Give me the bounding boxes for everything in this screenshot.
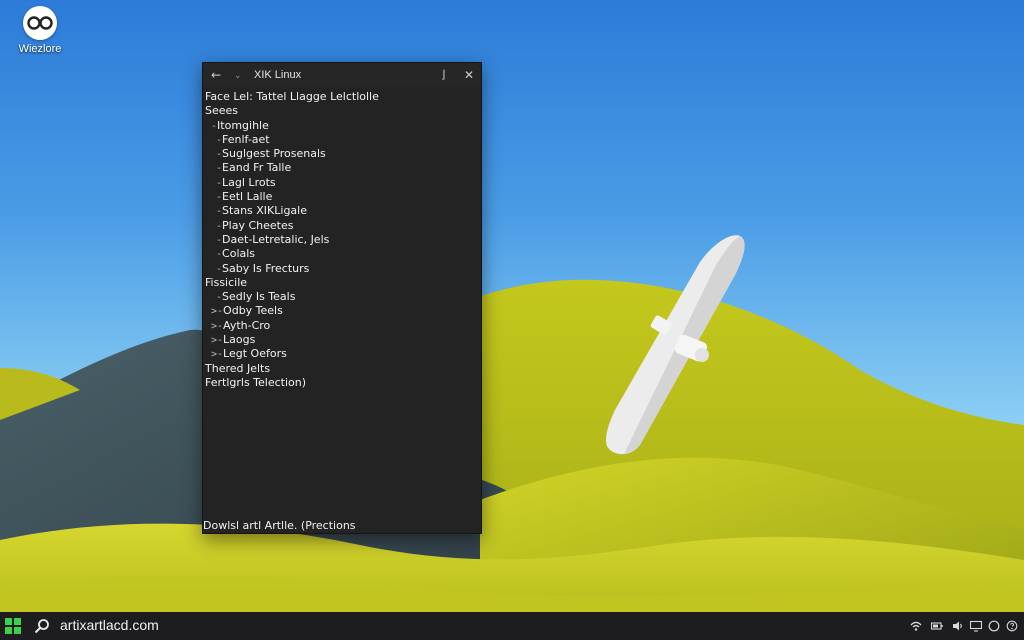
- tree-branch-glyph: >-: [211, 335, 224, 347]
- tree-item[interactable]: -Play Cheetes: [205, 219, 479, 233]
- display-icon[interactable]: [970, 620, 982, 632]
- tree-branch-glyph: >-: [211, 320, 224, 332]
- tree-item-label: Odby Teels: [223, 304, 283, 318]
- tree-item-label: Ayth-Cro: [223, 318, 271, 332]
- tree-item[interactable]: >-Laogs: [205, 333, 479, 347]
- tree-item[interactable]: -Itomgihle: [205, 119, 479, 133]
- tree-item-label: Eetl Lalle: [222, 190, 273, 204]
- terminal-window[interactable]: ← ⌄ XIK Linux ⌋ ✕ Face Lel: Tattel Llagg…: [202, 62, 482, 534]
- tree-item[interactable]: -Lagl Lrots: [205, 176, 479, 190]
- power-icon[interactable]: [988, 620, 1000, 632]
- tree-item-label: Lagl Lrots: [222, 175, 276, 189]
- app-logo-icon: [23, 6, 57, 40]
- tree-item[interactable]: -Stans XIKLigale: [205, 204, 479, 218]
- tree-item[interactable]: -Fenlf-aet: [205, 133, 479, 147]
- tree-item[interactable]: >-Odby Teels: [205, 304, 479, 318]
- tree-item[interactable]: Seees: [205, 104, 479, 118]
- tree-branch-glyph: >-: [211, 306, 224, 318]
- status-line: Dowlsl artl Artlle. (Prections: [203, 519, 356, 532]
- tree-item-label: Seees: [205, 104, 239, 118]
- close-button[interactable]: ✕: [464, 67, 474, 83]
- tree-item[interactable]: -Eetl Lalle: [205, 190, 479, 204]
- wifi-icon[interactable]: [910, 620, 922, 632]
- battery-icon[interactable]: [931, 620, 943, 632]
- search-field[interactable]: artixartlacd.com: [60, 617, 159, 634]
- start-button[interactable]: [5, 618, 21, 634]
- tree-item-label: Play Cheetes: [222, 218, 294, 232]
- tree-item-label: Laogs: [223, 333, 256, 347]
- desktop-shortcut-label: Wiezlore: [18, 43, 62, 55]
- tree-item[interactable]: Face Lel: Tattel Llagge Lelctlolle: [205, 90, 479, 104]
- tree-item-label: Sedly Is Teals: [222, 290, 296, 304]
- tree-item-label: Legt Oefors: [223, 347, 287, 361]
- tree-item[interactable]: -Sedly Is Teals: [205, 290, 479, 304]
- tree-item-label: Fissicile: [205, 275, 248, 289]
- tree-item[interactable]: -Daet-Letretalic, Jels: [205, 233, 479, 247]
- tree-item[interactable]: -Saby Is Frecturs: [205, 262, 479, 276]
- help-icon[interactable]: [1006, 620, 1018, 632]
- taskbar: artixartlacd.com: [0, 612, 1024, 640]
- window-title: XIK Linux: [254, 69, 302, 81]
- tree-item[interactable]: Fertlgrls Telection): [205, 376, 479, 390]
- tree-item-label: Fertlgrls Telection): [205, 375, 307, 389]
- search-icon[interactable]: [34, 618, 50, 634]
- desktop-wallpaper: [0, 0, 1024, 612]
- tree-item-label: Fenlf-aet: [222, 132, 270, 146]
- tree-item-label: Saby Is Frecturs: [222, 261, 310, 275]
- tree-item-label: Face Lel: Tattel Llagge Lelctlolle: [205, 90, 379, 103]
- tree-item-label: Thered Jelts: [205, 361, 271, 375]
- tree-item-label: Stans XIKLigale: [222, 204, 307, 218]
- tree-item-label: Colals: [222, 247, 256, 261]
- chevron-down-icon[interactable]: ⌄: [234, 68, 242, 84]
- tree-item[interactable]: Fissicile: [205, 276, 479, 290]
- minimize-button[interactable]: ⌋: [441, 67, 445, 83]
- volume-icon[interactable]: [952, 620, 964, 632]
- tree-item-label: Daet-Letretalic, Jels: [222, 232, 330, 246]
- tree-item-label: Suglgest Prosenals: [222, 147, 326, 161]
- tree-item[interactable]: >-Ayth-Cro: [205, 319, 479, 333]
- tree-item-label: Itomgihle: [217, 118, 269, 132]
- tree-item[interactable]: >-Legt Oefors: [205, 347, 479, 361]
- desktop-shortcut[interactable]: Wiezlore: [10, 6, 70, 55]
- tree-item[interactable]: -Colals: [205, 247, 479, 261]
- back-arrow-icon[interactable]: ←: [211, 67, 221, 83]
- tree-item-label: Eand Fr Talle: [222, 161, 292, 175]
- window-titlebar[interactable]: ← ⌄ XIK Linux ⌋ ✕: [203, 63, 481, 87]
- tree-branch-glyph: >-: [211, 349, 224, 361]
- tree-item[interactable]: -Eand Fr Talle: [205, 161, 479, 175]
- tree-item[interactable]: Thered Jelts: [205, 362, 479, 376]
- tree-item[interactable]: -Suglgest Prosenals: [205, 147, 479, 161]
- file-tree: Face Lel: Tattel Llagge Lelctlolle Seees -…: [205, 90, 479, 390]
